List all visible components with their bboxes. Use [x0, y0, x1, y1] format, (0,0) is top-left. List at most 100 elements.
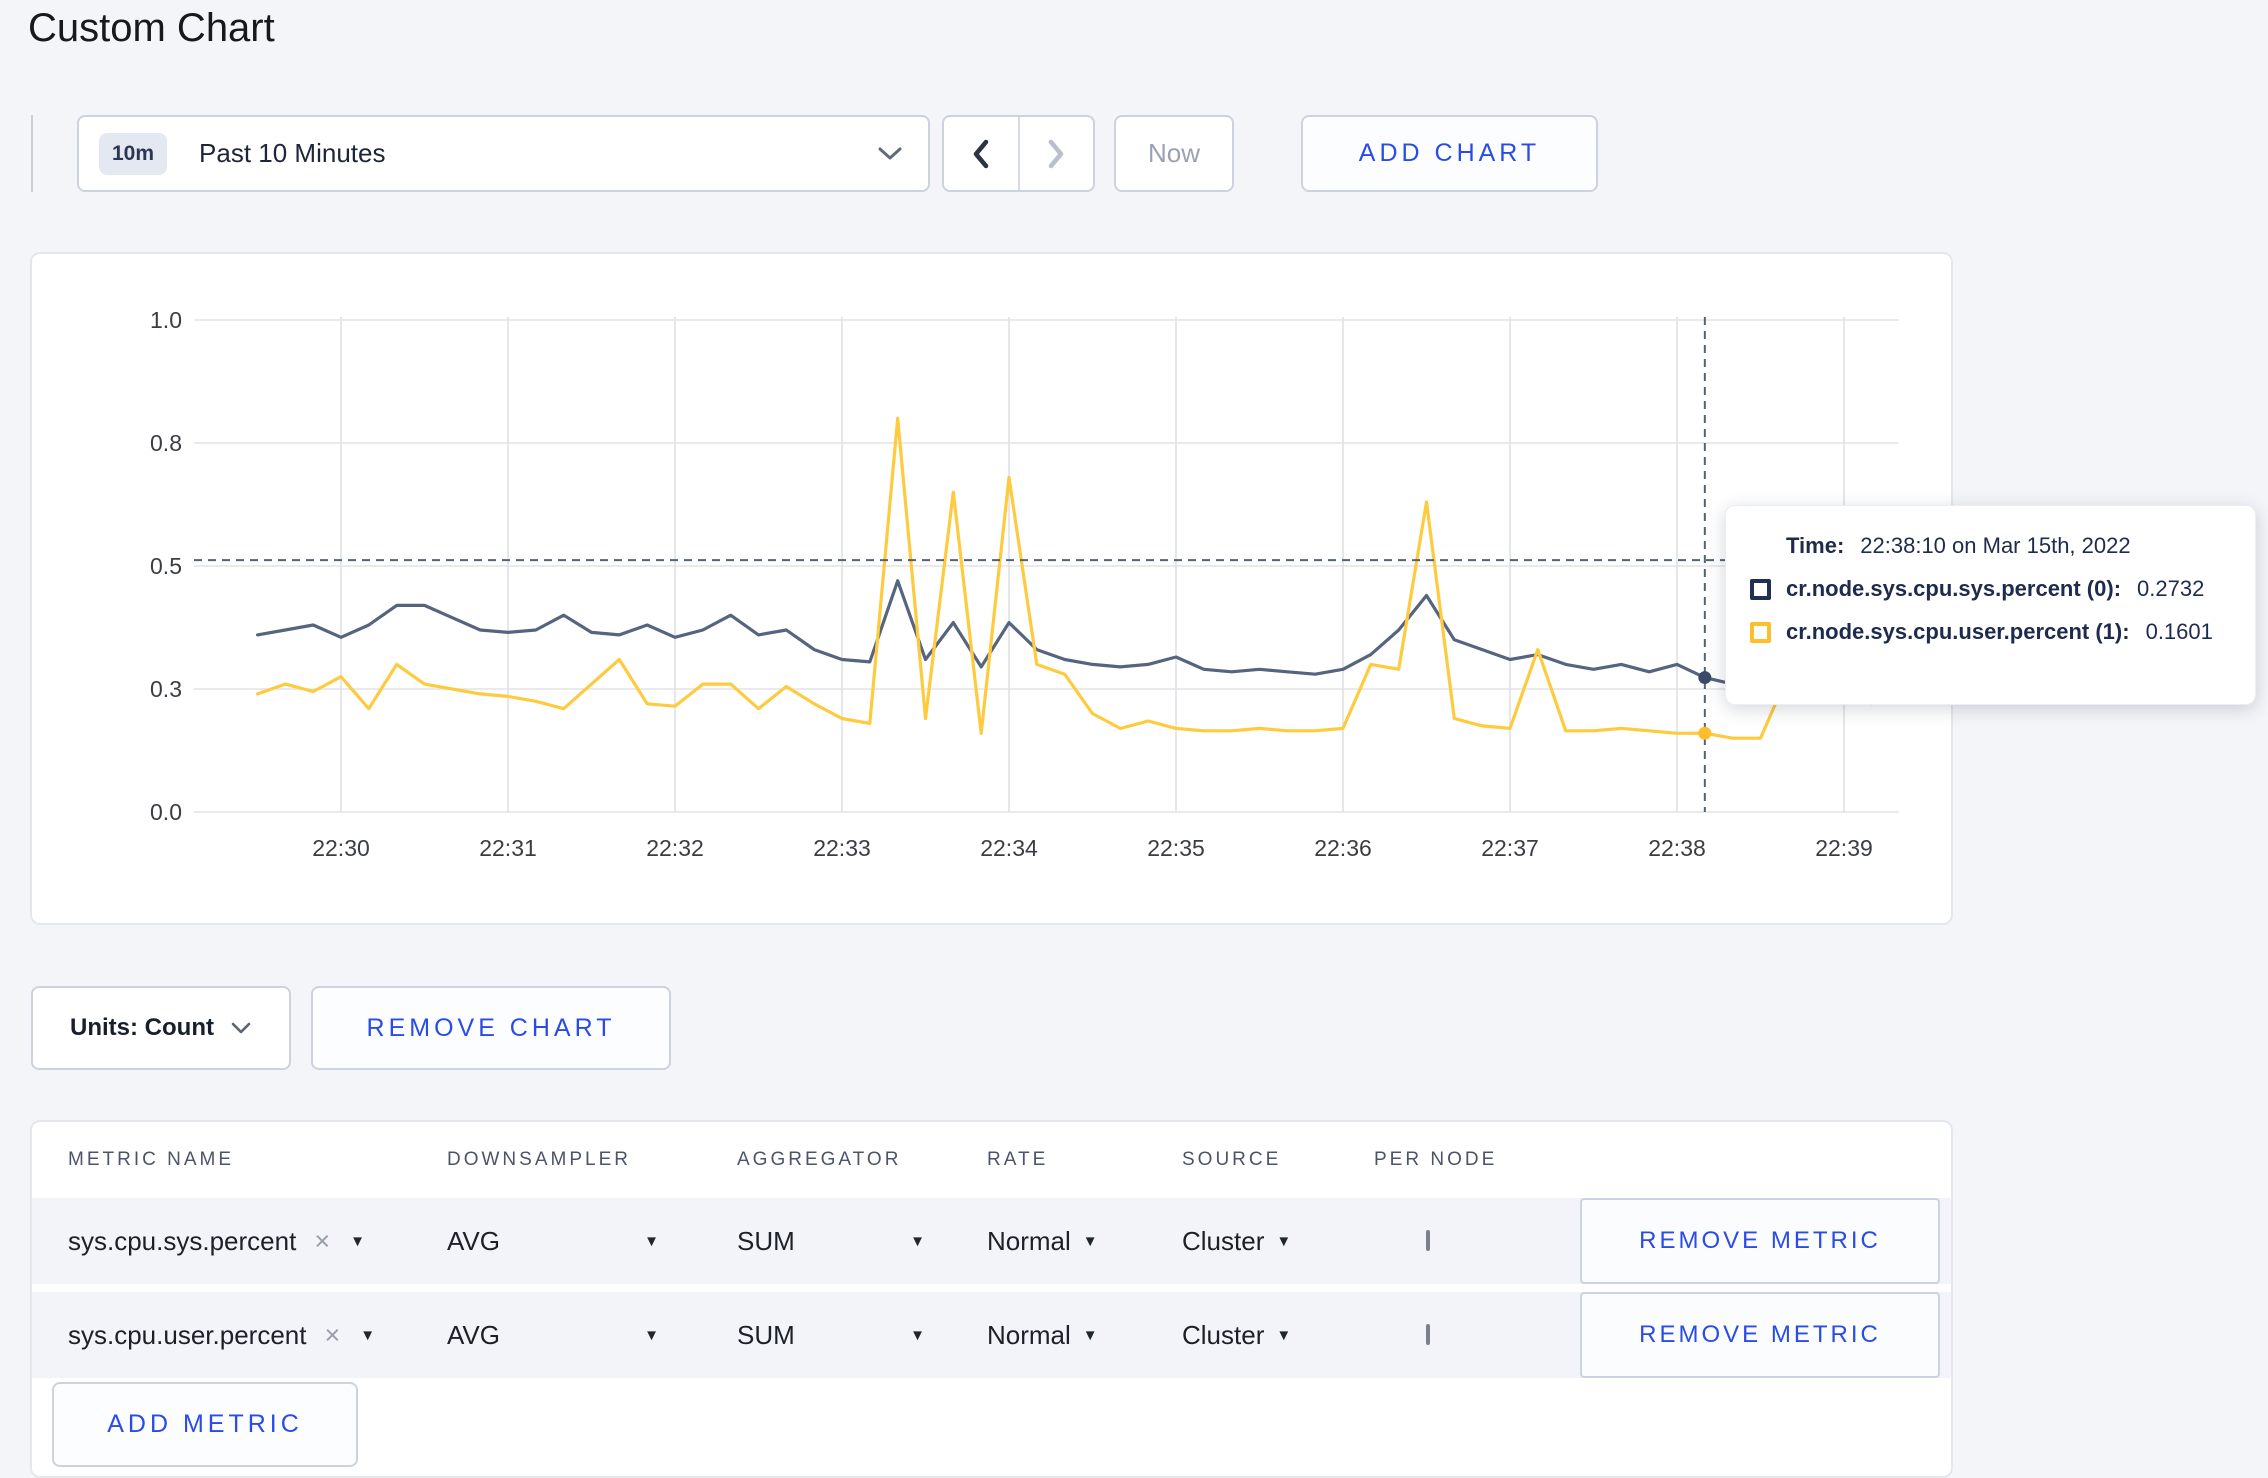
tooltip-time-label: Time:	[1786, 533, 1845, 558]
x-tick-label: 22:35	[1147, 835, 1205, 861]
source-value: Cluster	[1182, 1319, 1265, 1350]
caret-down-icon: ▼	[1082, 1232, 1098, 1250]
metric-name-value: sys.cpu.user.percent	[68, 1319, 307, 1350]
caret-down-icon: ▼	[1276, 1232, 1292, 1250]
custom-chart-page: Custom Chart 10m Past 10 Minutes Now ADD…	[0, 0, 2268, 1478]
metric-row-0: sys.cpu.sys.percent × ▼ AVG ▼ SUM ▼ Normal ▼ Clus…	[32, 1198, 1951, 1284]
x-tick-label: 22:38	[1648, 835, 1706, 861]
metric-name-dropdown[interactable]: sys.cpu.sys.percent × ▼	[68, 1226, 447, 1257]
metrics-table: METRIC NAME DOWNSAMPLER AGGREGATOR RATE …	[30, 1120, 1953, 1478]
chevron-left-icon	[973, 139, 988, 168]
caret-down-icon: ▼	[910, 1232, 925, 1250]
x-tick-label: 22:30	[312, 835, 370, 861]
tooltip-series-label: cr.node.sys.cpu.user.percent (1):	[1786, 619, 2130, 644]
page-title: Custom Chart	[28, 6, 275, 50]
rate-value: Normal	[987, 1225, 1071, 1256]
y-tick-label: 1.0	[150, 307, 182, 333]
per-node-checkbox[interactable]	[1426, 1324, 1430, 1345]
add-metric-button[interactable]: ADD METRIC	[52, 1382, 358, 1467]
x-tick-label: 22:34	[980, 835, 1038, 861]
prev-time-button[interactable]	[944, 117, 1020, 190]
remove-chart-button[interactable]: REMOVE CHART	[311, 986, 671, 1070]
add-chart-button[interactable]: ADD CHART	[1301, 115, 1598, 192]
caret-down-icon: ▼	[644, 1232, 659, 1250]
col-header-source: SOURCE	[1182, 1149, 1282, 1170]
series-line-cr.node.sys.cpu.sys.percent	[255, 579, 1902, 686]
crosshair-dot-1	[1698, 726, 1712, 740]
source-dropdown[interactable]: Cluster ▼	[1182, 1226, 1374, 1257]
time-window-dropdown[interactable]: 10m Past 10 Minutes	[77, 115, 930, 192]
aggregator-dropdown[interactable]: SUM ▼	[737, 1320, 987, 1351]
chevron-down-icon	[231, 1022, 251, 1034]
source-dropdown[interactable]: Cluster ▼	[1182, 1320, 1374, 1351]
col-header-aggregator: AGGREGATOR	[737, 1149, 902, 1170]
units-label: Units: Count	[70, 1014, 214, 1041]
tooltip-series-row-0: cr.node.sys.cpu.sys.percent (0): 0.2732	[1750, 576, 2231, 602]
tooltip-series-value: 0.1601	[2145, 619, 2213, 644]
col-header-downsampler: DOWNSAMPLER	[447, 1149, 631, 1170]
clear-icon[interactable]: ×	[324, 1320, 340, 1351]
tooltip-series-row-1: cr.node.sys.cpu.user.percent (1): 0.1601	[1750, 619, 2231, 645]
aggregator-dropdown[interactable]: SUM ▼	[737, 1226, 987, 1257]
y-tick-label: 0.0	[150, 799, 182, 825]
remove-metric-button[interactable]: REMOVE METRIC	[1580, 1292, 1940, 1378]
tooltip-time-value: 22:38:10 on Mar 15th, 2022	[1860, 533, 2131, 558]
rate-value: Normal	[987, 1319, 1071, 1350]
caret-down-icon: ▼	[910, 1326, 925, 1344]
metrics-table-header: METRIC NAME DOWNSAMPLER AGGREGATOR RATE …	[32, 1122, 1951, 1198]
caret-down-icon: ▼	[350, 1232, 365, 1250]
chevron-down-icon	[876, 145, 904, 163]
downsampler-dropdown[interactable]: AVG ▼	[447, 1226, 737, 1257]
x-tick-label: 22:39	[1815, 835, 1873, 861]
y-tick-label: 0.5	[150, 553, 182, 579]
remove-metric-button[interactable]: REMOVE METRIC	[1580, 1198, 1940, 1284]
col-header-rate: RATE	[987, 1149, 1049, 1170]
downsampler-value: AVG	[447, 1225, 500, 1256]
toolbar-divider	[31, 115, 33, 192]
series-swatch-icon	[1750, 578, 1771, 600]
aggregator-value: SUM	[737, 1225, 795, 1256]
downsampler-dropdown[interactable]: AVG ▼	[447, 1320, 737, 1351]
caret-down-icon: ▼	[1082, 1326, 1098, 1344]
metric-name-dropdown[interactable]: sys.cpu.user.percent × ▼	[68, 1320, 447, 1351]
aggregator-value: SUM	[737, 1319, 795, 1350]
clear-icon[interactable]: ×	[314, 1226, 330, 1257]
rate-dropdown[interactable]: Normal ▼	[987, 1226, 1182, 1257]
chart-tooltip: Time: 22:38:10 on Mar 15th, 2022 cr.node…	[1725, 505, 2256, 705]
x-tick-label: 22:33	[813, 835, 871, 861]
metric-name-value: sys.cpu.sys.percent	[68, 1225, 297, 1256]
chevron-right-icon	[1049, 139, 1064, 168]
col-header-metric-name: METRIC NAME	[68, 1149, 234, 1170]
caret-down-icon: ▼	[360, 1326, 376, 1344]
chart-svg[interactable]: 0.0 0.3 0.5 0.8 1.0 22:30 22:31 22:32 22:33 22:34…	[32, 254, 1951, 923]
time-window-label: Past 10 Minutes	[199, 138, 386, 168]
crosshair-dot-0	[1698, 671, 1712, 685]
tooltip-series-value: 0.2732	[2137, 576, 2205, 601]
x-tick-label: 22:31	[479, 835, 537, 861]
metric-row-1: sys.cpu.user.percent × ▼ AVG ▼ SUM ▼ Normal ▼ Clu…	[32, 1292, 1951, 1378]
source-value: Cluster	[1182, 1225, 1265, 1256]
caret-down-icon: ▼	[1276, 1326, 1292, 1344]
col-header-per-node: PER NODE	[1374, 1149, 1498, 1170]
metric-rows: sys.cpu.sys.percent × ▼ AVG ▼ SUM ▼ Normal ▼ Clus…	[32, 1198, 1951, 1378]
x-tick-label: 22:36	[1314, 835, 1372, 861]
next-time-button[interactable]	[1020, 117, 1094, 190]
tooltip-time-row: Time: 22:38:10 on Mar 15th, 2022	[1786, 533, 2231, 559]
now-button[interactable]: Now	[1114, 115, 1234, 192]
rate-dropdown[interactable]: Normal ▼	[987, 1320, 1182, 1351]
series-line-cr.node.sys.cpu.user.percent	[255, 416, 1902, 740]
per-node-checkbox[interactable]	[1426, 1230, 1430, 1251]
x-tick-label: 22:32	[646, 835, 704, 861]
y-tick-label: 0.8	[150, 430, 182, 456]
chart-card: 0.0 0.3 0.5 0.8 1.0 22:30 22:31 22:32 22:33 22:34…	[30, 252, 1953, 925]
time-window-badge: 10m	[99, 132, 168, 175]
y-tick-label: 0.3	[150, 676, 182, 702]
time-nav-group	[942, 115, 1095, 192]
x-tick-label: 22:37	[1481, 835, 1539, 861]
series-swatch-icon	[1750, 621, 1771, 643]
downsampler-value: AVG	[447, 1319, 500, 1350]
caret-down-icon: ▼	[644, 1326, 659, 1344]
units-dropdown[interactable]: Units: Count	[31, 986, 291, 1070]
tooltip-series-rows: cr.node.sys.cpu.sys.percent (0): 0.2732 cr…	[1750, 576, 2231, 645]
tooltip-series-label: cr.node.sys.cpu.sys.percent (0):	[1786, 576, 2122, 601]
